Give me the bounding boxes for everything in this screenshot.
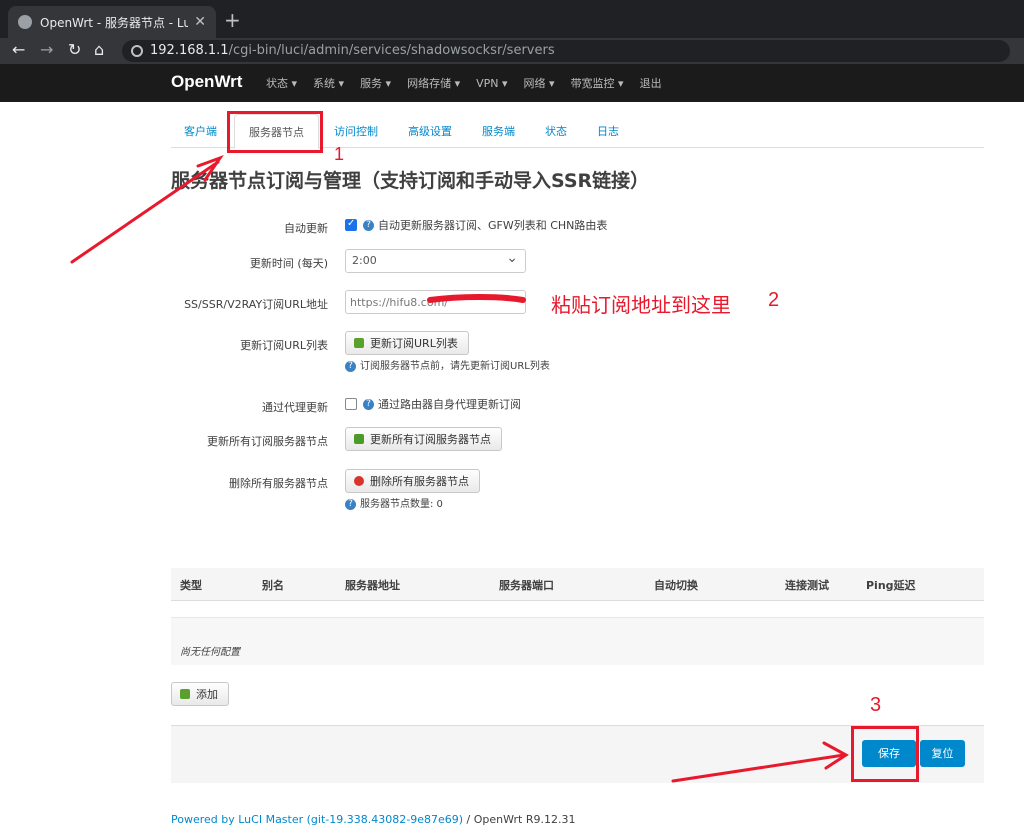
home-icon[interactable]: ⌂ [94, 40, 104, 59]
col-server-port: 服务器端口 [499, 579, 554, 592]
menu-services[interactable]: 服务 ▾ [360, 75, 391, 91]
browser-tab[interactable]: OpenWrt - 服务器节点 - LuCI ✕ [8, 6, 216, 38]
col-server-address: 服务器地址 [345, 579, 400, 592]
new-tab-icon[interactable]: + [224, 8, 241, 32]
servers-table-header: 类型 别名 服务器地址 服务器端口 自动切换 连接测试 Ping延迟 [171, 568, 984, 601]
refresh-icon [354, 338, 364, 348]
footer: Powered by LuCI Master (git-19.338.43082… [171, 813, 575, 826]
reload-icon[interactable]: ↻ [68, 40, 81, 59]
luci-link[interactable]: Powered by LuCI Master (git-19.338.43082… [171, 813, 463, 826]
via-proxy-checkbox[interactable] [345, 398, 357, 410]
tab-access-control[interactable]: 访问控制 [334, 123, 378, 139]
forward-icon[interactable]: → [40, 40, 53, 59]
luci-header: OpenWrt 状态 ▾ 系统 ▾ 服务 ▾ 网络存储 ▾ VPN ▾ 网络 ▾… [0, 64, 1024, 102]
menu-network[interactable]: 网络 ▾ [524, 75, 555, 91]
help-icon: ? [345, 360, 356, 372]
openwrt-version: OpenWrt R9.12.31 [473, 813, 576, 826]
empty-message: 尚无任何配置 [180, 647, 240, 658]
update-time-row: 更新时间 (每天) 2:00 [171, 249, 984, 277]
annotation-box-3 [851, 726, 919, 782]
menu-nas[interactable]: 网络存储 ▾ [407, 75, 460, 91]
update-url-list-row: 更新订阅URL列表 更新订阅URL列表 ? 订阅服务器节点前，请先更新订阅URL列… [171, 331, 984, 372]
update-url-list-hint: 订阅服务器节点前，请先更新订阅URL列表 [360, 361, 550, 372]
col-auto-switch: 自动切换 [654, 579, 698, 592]
via-proxy-row: 通过代理更新 ? 通过路由器自身代理更新订阅 [171, 393, 984, 421]
auto-update-row: 自动更新 ? 自动更新服务器订阅、GFW列表和 CHN路由表 [171, 214, 984, 242]
address-bar: ← → ↻ ⌂ 192.168.1.1/cgi-bin/luci/admin/s… [0, 38, 1024, 64]
delete-all-label: 删除所有服务器节点 [229, 477, 328, 490]
auto-update-checkbox[interactable] [345, 218, 357, 231]
via-proxy-label: 通过代理更新 [262, 401, 328, 414]
delete-all-button[interactable]: 删除所有服务器节点 [345, 469, 480, 493]
auto-update-note: 自动更新服务器订阅、GFW列表和 CHN路由表 [378, 219, 608, 232]
table-empty-row: 尚无任何配置 [171, 617, 984, 665]
col-type: 类型 [180, 579, 202, 592]
update-all-label: 更新所有订阅服务器节点 [207, 435, 328, 448]
update-url-list-button[interactable]: 更新订阅URL列表 [345, 331, 469, 355]
reset-button[interactable]: 复位 [920, 740, 965, 767]
update-time-value: 2:00 [352, 254, 377, 267]
main-menu: 状态 ▾ 系统 ▾ 服务 ▾ 网络存储 ▾ VPN ▾ 网络 ▾ 带宽监控 ▾ … [266, 64, 678, 102]
annotation-paste-hint: 粘贴订阅地址到这里 [551, 295, 731, 317]
footer-separator: / [463, 813, 474, 826]
update-all-button[interactable]: 更新所有订阅服务器节点 [345, 427, 502, 451]
menu-status[interactable]: 状态 ▾ [266, 75, 297, 91]
browser-tab-bar: OpenWrt - 服务器节点 - LuCI ✕ + [0, 0, 1024, 38]
auto-update-label: 自动更新 [284, 222, 328, 235]
delete-all-button-label: 删除所有服务器节点 [370, 475, 469, 488]
tab-log[interactable]: 日志 [597, 123, 619, 139]
help-icon: ? [363, 398, 374, 410]
update-time-select[interactable]: 2:00 [345, 249, 526, 273]
annotation-step-1: 1 [334, 144, 345, 164]
url-field[interactable]: 192.168.1.1/cgi-bin/luci/admin/services/… [122, 40, 1010, 62]
menu-vpn[interactable]: VPN ▾ [476, 77, 507, 90]
update-url-list-button-label: 更新订阅URL列表 [370, 337, 458, 350]
annotation-box-1 [227, 111, 323, 153]
via-proxy-note: 通过路由器自身代理更新订阅 [378, 398, 521, 411]
col-ping: Ping延迟 [866, 579, 916, 592]
back-icon[interactable]: ← [12, 40, 25, 59]
add-button[interactable]: 添加 [171, 682, 229, 706]
menu-logout[interactable]: 退出 [640, 75, 662, 91]
menu-bandwidth[interactable]: 带宽监控 ▾ [571, 75, 624, 91]
menu-system[interactable]: 系统 ▾ [313, 75, 344, 91]
play-icon [354, 434, 364, 444]
delete-icon [354, 476, 364, 486]
close-tab-icon[interactable]: ✕ [194, 14, 206, 30]
tab-state[interactable]: 状态 [545, 123, 567, 139]
update-all-row: 更新所有订阅服务器节点 更新所有订阅服务器节点 [171, 427, 984, 455]
tab-advanced[interactable]: 高级设置 [408, 123, 452, 139]
sub-url-value: https://hifu8.com/ [350, 296, 448, 309]
add-button-label: 添加 [196, 688, 218, 701]
openwrt-favicon-icon [18, 15, 32, 29]
server-count: 服务器节点数量: 0 [360, 499, 443, 510]
add-icon [180, 689, 190, 699]
page-title: 服务器节点订阅与管理（支持订阅和手动导入SSR链接） [171, 170, 650, 192]
annotation-step-2: 2 [768, 289, 780, 311]
col-connection-test: 连接测试 [785, 579, 829, 592]
brand-logo[interactable]: OpenWrt [171, 72, 242, 92]
update-all-button-label: 更新所有订阅服务器节点 [370, 433, 491, 446]
site-info-icon[interactable] [131, 45, 143, 57]
update-time-label: 更新时间 (每天) [249, 257, 328, 270]
annotation-step-3: 3 [870, 694, 882, 716]
browser-tab-title: OpenWrt - 服务器节点 - LuCI [40, 15, 189, 30]
url-path: /cgi-bin/luci/admin/services/shadowsocks… [228, 43, 555, 58]
url-host: 192.168.1.1 [150, 43, 229, 58]
tab-server-side[interactable]: 服务端 [482, 123, 515, 139]
tab-client[interactable]: 客户端 [184, 123, 217, 139]
delete-all-row: 删除所有服务器节点 删除所有服务器节点 ? 服务器节点数量: 0 [171, 469, 984, 510]
update-url-list-label: 更新订阅URL列表 [240, 339, 328, 352]
help-icon: ? [345, 498, 356, 510]
help-icon: ? [363, 219, 374, 231]
col-alias: 别名 [262, 579, 284, 592]
sub-url-label: SS/SSR/V2RAY订阅URL地址 [184, 298, 328, 311]
sub-url-input[interactable]: https://hifu8.com/ [345, 290, 526, 314]
